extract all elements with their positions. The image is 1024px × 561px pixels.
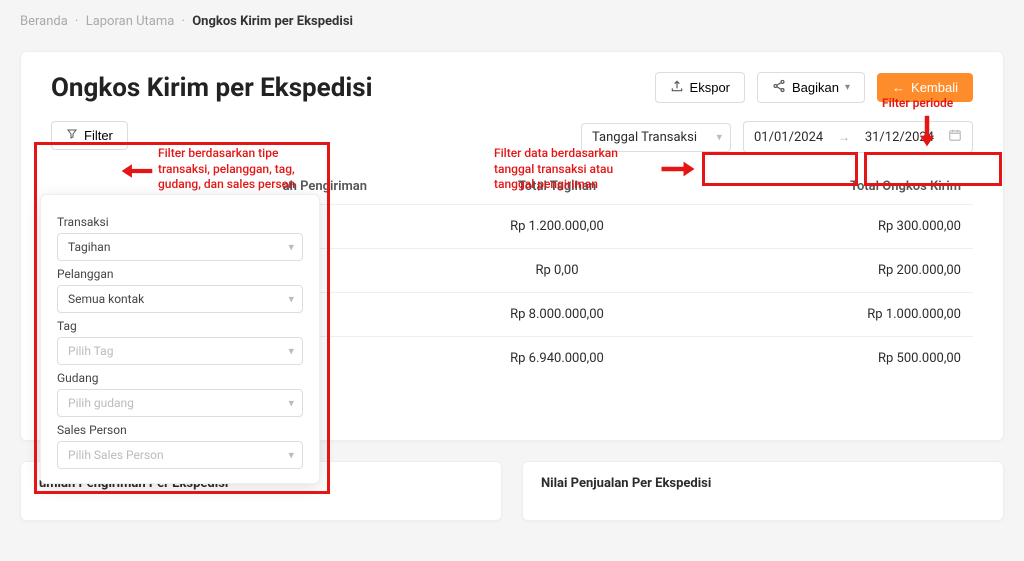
label-transaksi: Transaksi bbox=[57, 215, 303, 229]
col-ongkir-header: Total Ongkos Kirim bbox=[747, 179, 967, 194]
breadcrumb: Beranda · Laporan Utama · Ongkos Kirim p… bbox=[20, 8, 1004, 51]
chevron-down-icon: ▾ bbox=[716, 131, 722, 144]
label-gudang: Gudang bbox=[57, 371, 303, 385]
share-button[interactable]: Bagikan ▾ bbox=[757, 72, 865, 103]
page-title: Ongkos Kirim per Ekspedisi bbox=[51, 73, 372, 103]
label-tag: Tag bbox=[57, 319, 303, 333]
date-range-picker[interactable]: 01/01/2024 → 31/12/2024 bbox=[743, 121, 973, 153]
chevron-down-icon: ▾ bbox=[288, 397, 294, 410]
arrow-left-icon: ← bbox=[892, 80, 905, 95]
share-icon bbox=[772, 79, 786, 96]
label-sales: Sales Person bbox=[57, 423, 303, 437]
select-tag[interactable]: Pilih Tag ▾ bbox=[57, 337, 303, 365]
breadcrumb-home[interactable]: Beranda bbox=[20, 14, 68, 29]
arrow-down-icon bbox=[916, 114, 938, 154]
breadcrumb-current: Ongkos Kirim per Ekspedisi bbox=[192, 14, 353, 29]
filter-button[interactable]: Filter bbox=[51, 121, 128, 150]
chevron-down-icon: ▾ bbox=[288, 241, 294, 254]
annotation-text-period: Filter periode bbox=[882, 96, 972, 112]
chevron-down-icon: ▾ bbox=[288, 293, 294, 306]
select-gudang[interactable]: Pilih gudang ▾ bbox=[57, 389, 303, 417]
date-start: 01/01/2024 bbox=[754, 130, 823, 145]
chevron-down-icon: ▾ bbox=[845, 82, 850, 93]
export-button[interactable]: Ekspor bbox=[655, 72, 745, 103]
select-sales[interactable]: Pilih Sales Person ▾ bbox=[57, 441, 303, 469]
calendar-icon bbox=[948, 128, 962, 146]
export-icon bbox=[670, 79, 684, 96]
filter-panel: Transaksi Tagihan ▾ Pelanggan Semua kont… bbox=[40, 194, 320, 484]
select-transaksi[interactable]: Tagihan ▾ bbox=[57, 233, 303, 261]
widget-sales-per-expedition: Nilai Penjualan Per Ekspedisi bbox=[522, 461, 1004, 521]
filter-icon bbox=[66, 128, 78, 143]
arrow-left-icon bbox=[120, 160, 154, 186]
breadcrumb-parent[interactable]: Laporan Utama bbox=[86, 14, 175, 29]
arrow-right-icon bbox=[658, 158, 698, 184]
annotation-text-filter-date: Filter data berdasarkan tanggal transaks… bbox=[494, 146, 654, 193]
chevron-down-icon: ▾ bbox=[288, 345, 294, 358]
select-pelanggan[interactable]: Semua kontak ▾ bbox=[57, 285, 303, 313]
annotation-text-filter-type: Filter berdasarkan tipe transaksi, pelan… bbox=[158, 146, 328, 193]
arrow-right-icon: → bbox=[837, 130, 851, 144]
label-pelanggan: Pelanggan bbox=[57, 267, 303, 281]
chevron-down-icon: ▾ bbox=[288, 449, 294, 462]
